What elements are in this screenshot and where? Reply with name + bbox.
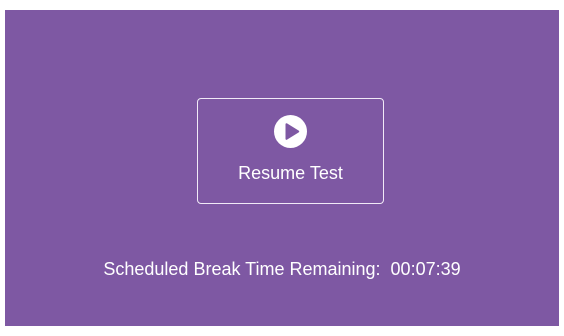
break-time-remaining: Scheduled Break Time Remaining: 00:07:39 [5, 258, 559, 280]
break-time-label: Scheduled Break Time Remaining: [103, 259, 381, 279]
resume-test-button[interactable]: Resume Test [197, 98, 384, 204]
break-time-value: 00:07:39 [390, 259, 461, 279]
play-icon [274, 115, 307, 148]
resume-test-label: Resume Test [238, 163, 343, 183]
break-panel: Resume Test Scheduled Break Time Remaini… [5, 10, 559, 326]
